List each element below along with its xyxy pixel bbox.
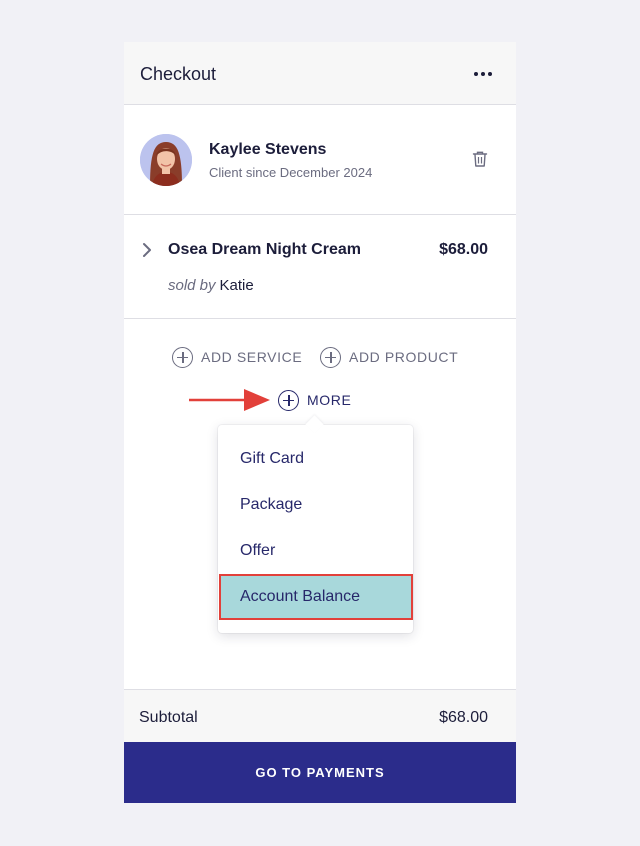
page-title: Checkout — [140, 64, 217, 84]
more-dots-icon[interactable] — [470, 64, 496, 84]
more-label: MORE — [307, 392, 352, 408]
more-button[interactable]: MORE — [278, 389, 351, 411]
add-service-label: ADD SERVICE — [201, 349, 303, 365]
subtotal-label: Subtotal — [139, 709, 198, 726]
add-product-button[interactable]: ADD PRODUCT — [320, 346, 458, 368]
avatar — [140, 134, 192, 186]
line-item: Osea Dream Night Cream $68.00 sold by Kat… — [124, 215, 516, 319]
more-menu: Gift Card Package Offer Account Balance — [218, 425, 413, 633]
chevron-right-icon[interactable] — [141, 242, 153, 258]
plus-circle-icon — [320, 346, 341, 368]
add-product-label: ADD PRODUCT — [349, 349, 459, 365]
sold-by: sold by Katie — [168, 277, 254, 294]
client-row[interactable]: Kaylee Stevens Client since December 202… — [124, 105, 516, 215]
plus-circle-icon — [278, 389, 299, 411]
checkout-header: Checkout — [124, 42, 516, 105]
product-price: $68.00 — [439, 241, 488, 258]
menu-item-offer[interactable]: Offer — [218, 528, 413, 574]
go-to-payments-button[interactable]: GO TO PAYMENTS — [124, 742, 516, 803]
plus-circle-icon — [172, 346, 193, 368]
add-service-button[interactable]: ADD SERVICE — [172, 346, 302, 368]
menu-item-gift-card[interactable]: Gift Card — [218, 436, 413, 482]
trash-icon[interactable] — [472, 150, 488, 168]
client-name: Kaylee Stevens — [209, 141, 327, 158]
sold-by-staff[interactable]: Katie — [220, 277, 254, 294]
menu-item-account-balance[interactable]: Account Balance — [219, 574, 413, 620]
subtotal-value: $68.00 — [439, 709, 488, 726]
checkout-panel: Checkout Kaylee Stevens Client since Dec… — [124, 42, 516, 803]
menu-item-package[interactable]: Package — [218, 482, 413, 528]
annotation-arrow-icon — [188, 386, 272, 414]
client-since: Client since December 2024 — [209, 165, 373, 180]
sold-by-label: sold by — [168, 277, 216, 294]
product-name: Osea Dream Night Cream — [168, 241, 361, 258]
subtotal-bar: Subtotal $68.00 — [124, 689, 516, 742]
